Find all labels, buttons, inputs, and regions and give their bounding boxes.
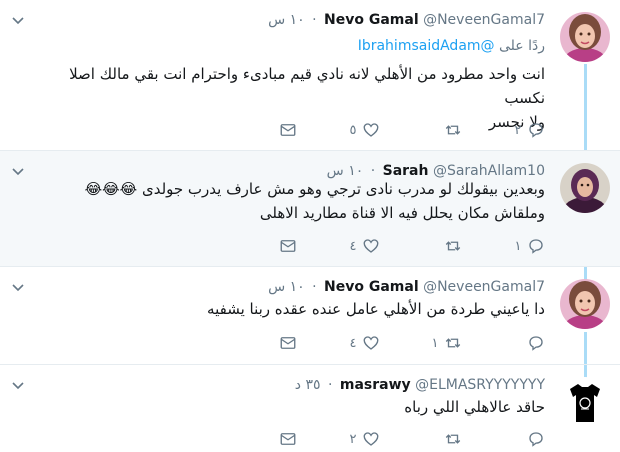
chevron-down-icon[interactable] [12, 14, 24, 28]
tweet[interactable]: masrawy @ELMASRYYYYYYY · ٣٥ د حاقد عالاه… [0, 365, 620, 452]
reply-icon [529, 123, 543, 138]
like-button[interactable]: ٢ [344, 429, 380, 449]
user-handle[interactable]: @NeveenGamal7 [423, 279, 545, 295]
tweet-text: دا ياعيني طردة من الأهلي عامل عنده عقده … [25, 297, 545, 321]
reply-icon [529, 336, 543, 351]
like-count: ٥ [349, 122, 357, 138]
tweet-actions: ٢ [265, 429, 545, 449]
reply-count: ٢ [514, 122, 522, 138]
retweet-icon [445, 125, 461, 135]
reply-icon [529, 432, 543, 447]
tweet[interactable]: Nevo Gamal @NeveenGamal7 · ١٠ س دا ياعين… [0, 267, 620, 365]
heart-icon [363, 123, 379, 137]
tweet-text-line: وبعدين بيقولك لو مدرب نادى ترجي وهو مش ع… [84, 180, 545, 198]
envelope-icon [280, 433, 296, 445]
tweet-header: Nevo Gamal @NeveenGamal7 · ١٠ س [268, 279, 545, 295]
envelope-icon [280, 124, 296, 136]
retweet-count: ١ [431, 335, 439, 351]
heart-icon [363, 336, 379, 350]
display-name[interactable]: Nevo Gamal [324, 12, 419, 28]
avatar[interactable] [560, 279, 610, 329]
avatar[interactable] [560, 163, 610, 213]
retweet-button[interactable]: ١ [426, 333, 462, 353]
envelope-icon [280, 240, 296, 252]
direct-message-button[interactable] [279, 333, 297, 353]
reply-prefix: ردًا على [499, 38, 545, 54]
like-count: ٤ [349, 335, 357, 351]
retweet-button[interactable] [426, 120, 462, 140]
reply-count: ١ [514, 238, 522, 254]
retweet-icon [445, 434, 461, 444]
direct-message-button[interactable] [279, 120, 297, 140]
retweet-button[interactable] [426, 429, 462, 449]
reply-button[interactable]: ١ [509, 236, 545, 256]
tweet[interactable]: Sarah @SarahAllam10 · ١٠ س وبعدين بيقولك… [0, 151, 620, 267]
reply-icon [529, 239, 543, 254]
retweet-icon [445, 241, 461, 251]
tweet-header: masrawy @ELMASRYYYYYYY · ٣٥ د [294, 377, 545, 393]
display-name[interactable]: Nevo Gamal [324, 279, 419, 295]
tweet-text-line: انت واحد مطرود من الأهلي لانه نادي قيم م… [69, 65, 545, 107]
chevron-down-icon[interactable] [12, 281, 24, 295]
tweet-text: وبعدين بيقولك لو مدرب نادى ترجي وهو مش ع… [25, 177, 545, 225]
retweet-button[interactable] [426, 236, 462, 256]
reply-button[interactable] [509, 333, 545, 353]
tweet-actions: ١ ٤ [265, 333, 545, 353]
heart-icon [363, 432, 379, 446]
tweet-text: حاقد عالاهلي اللي رباه [25, 395, 545, 419]
tweet-actions: ١ ٤ [265, 236, 545, 256]
like-button[interactable]: ٤ [344, 236, 380, 256]
display-name[interactable]: masrawy [340, 377, 411, 393]
like-count: ٢ [349, 431, 357, 447]
user-handle[interactable]: @ELMASRYYYYYYY [415, 377, 545, 393]
like-count: ٤ [349, 238, 357, 254]
avatar[interactable] [560, 377, 610, 427]
reply-button[interactable]: ٢ [509, 120, 545, 140]
reply-mention[interactable]: @IbrahimsaidAdam [358, 38, 495, 54]
tweet-time[interactable]: ١٠ س [268, 279, 305, 295]
tweet-header: Nevo Gamal @NeveenGamal7 · ١٠ س [268, 12, 545, 28]
tweet-actions: ٢ ٥ [265, 120, 545, 140]
heart-icon [363, 239, 379, 253]
tweet-text-line: دا ياعيني طردة من الأهلي عامل عنده عقده … [207, 300, 545, 318]
tweet-time[interactable]: ١٠ س [268, 12, 305, 28]
like-button[interactable]: ٥ [344, 120, 380, 140]
envelope-icon [280, 337, 296, 349]
direct-message-button[interactable] [279, 236, 297, 256]
chevron-down-icon[interactable] [12, 379, 24, 393]
chevron-down-icon[interactable] [12, 165, 24, 179]
reply-context: ردًا على @IbrahimsaidAdam [358, 38, 545, 54]
user-handle[interactable]: @NeveenGamal7 [423, 12, 545, 28]
like-button[interactable]: ٤ [344, 333, 380, 353]
retweet-icon [445, 338, 461, 348]
avatar[interactable] [560, 12, 610, 62]
reply-button[interactable] [509, 429, 545, 449]
tweet-text-line: وملقاش مكان يحلل فيه الا قناة مطاريد الا… [259, 204, 545, 222]
direct-message-button[interactable] [279, 429, 297, 449]
tweet-time[interactable]: ٣٥ د [295, 377, 321, 393]
tweet-text-line: حاقد عالاهلي اللي رباه [404, 398, 545, 416]
tweet[interactable]: Nevo Gamal @NeveenGamal7 · ١٠ س ردًا على… [0, 0, 620, 151]
